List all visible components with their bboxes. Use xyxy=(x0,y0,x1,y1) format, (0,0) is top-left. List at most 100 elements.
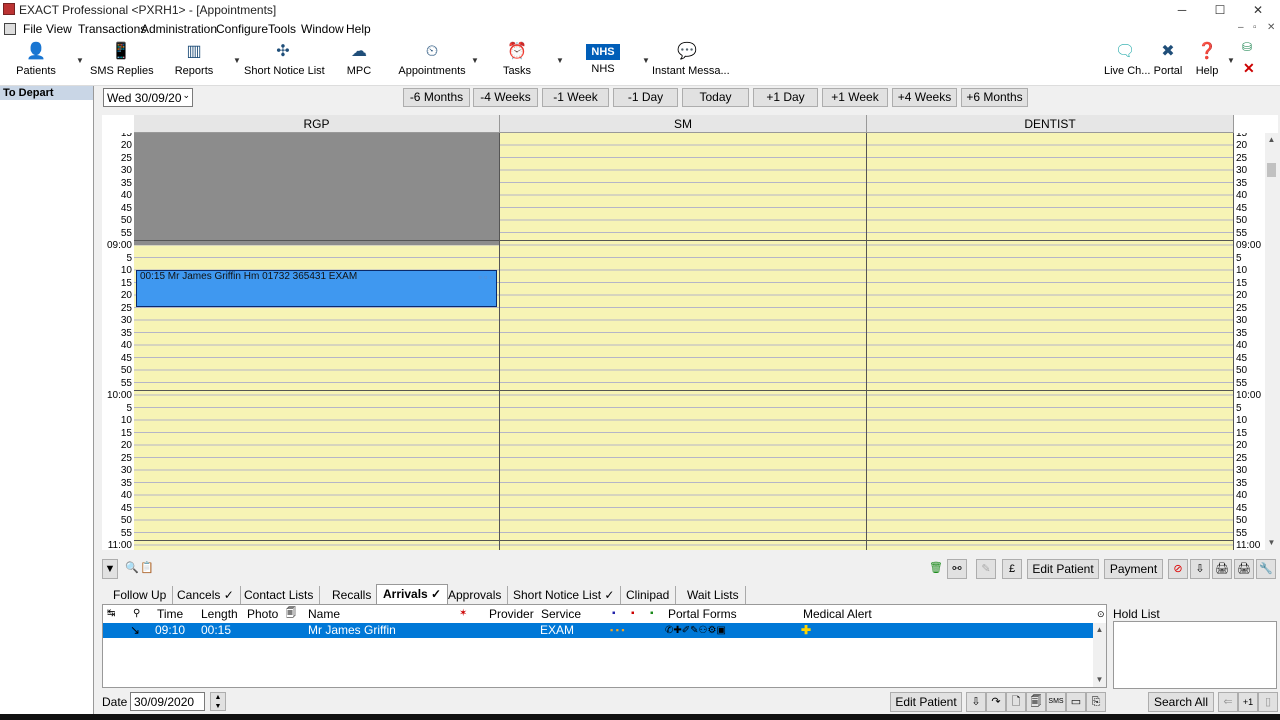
plus-one-icon[interactable]: +1 xyxy=(1238,692,1258,712)
scroll-up-icon[interactable]: ▲ xyxy=(1093,625,1106,634)
tab-short-notice-list[interactable]: Short Notice List ✓ xyxy=(507,586,622,604)
tools-icon[interactable]: 🔧 xyxy=(1256,559,1276,579)
column-header-icon[interactable]: ⚲ xyxy=(133,605,140,623)
tab-follow-up[interactable]: Follow Up xyxy=(107,586,174,604)
download-icon[interactable]: ⇩ xyxy=(1190,559,1210,579)
live-chat-button[interactable]: 🗨 Live Ch... xyxy=(1104,40,1150,84)
menu-transactions[interactable]: Transactions xyxy=(78,22,146,36)
nav-minus-1-day-button[interactable]: -1 Day xyxy=(613,88,678,107)
menu-help[interactable]: Help xyxy=(346,22,371,36)
page-icon[interactable]: ▯ xyxy=(1258,692,1278,712)
tab-clinipad[interactable]: Clinipad xyxy=(620,586,677,604)
chevron-down-icon[interactable]: ▼ xyxy=(1227,56,1235,65)
close-button[interactable]: ✕ xyxy=(1238,1,1278,19)
tasks-button[interactable]: ⏰ Tasks ▼ xyxy=(500,40,564,84)
column-header-length[interactable]: Length xyxy=(201,605,238,623)
hold-list-box[interactable] xyxy=(1113,621,1277,689)
menu-tools[interactable]: Tools xyxy=(268,22,296,36)
filter-dropdown-icon[interactable]: ▼ xyxy=(102,559,118,579)
provider-column-dentist[interactable] xyxy=(867,133,1234,550)
nav-minus-1-week-button[interactable]: -1 Week xyxy=(542,88,609,107)
column-header-icon[interactable]: ▪ xyxy=(612,605,616,623)
tab-approvals[interactable]: Approvals xyxy=(442,586,509,604)
column-header-icon[interactable]: ▪ xyxy=(650,605,654,623)
cancel-circle-icon[interactable]: ⊘ xyxy=(1168,559,1188,579)
document-copy-icon[interactable]: ⎘ xyxy=(1086,692,1106,712)
nav-plus-4-weeks-button[interactable]: +4 Weeks xyxy=(892,88,957,107)
provider-column-sm[interactable] xyxy=(500,133,867,550)
edit-patient-button[interactable]: Edit Patient xyxy=(1027,559,1099,579)
chevron-down-icon[interactable]: ▼ xyxy=(642,56,650,65)
minimize-button[interactable]: ─ xyxy=(1162,1,1202,19)
child-minimize-icon[interactable]: – xyxy=(1238,22,1244,33)
tab-contact-lists[interactable]: Contact Lists xyxy=(238,586,321,604)
chevron-down-icon[interactable]: ▼ xyxy=(76,56,84,65)
copy-icon[interactable]: 🗐 xyxy=(1026,692,1046,712)
date-field[interactable]: 30/09/2020 xyxy=(130,692,205,711)
print-icon[interactable]: 🖨 xyxy=(1212,559,1232,579)
spin-down-icon[interactable]: ▼ xyxy=(211,702,225,711)
provider-column-rgp[interactable]: 00:15 Mr James Griffin Hm 01732 365431 E… xyxy=(134,133,500,550)
menu-administration[interactable]: Administration xyxy=(141,22,217,36)
payment-button[interactable]: Payment xyxy=(1104,559,1163,579)
patients-button[interactable]: 👤 Patients ▼ xyxy=(10,40,84,84)
document-icon[interactable] xyxy=(4,23,16,35)
schedule-scrollbar[interactable]: ▲ ▼ xyxy=(1265,133,1278,550)
tab-recalls[interactable]: Recalls xyxy=(326,586,379,604)
sms-icon[interactable]: SMS xyxy=(1046,692,1066,712)
scroll-down-icon[interactable]: ▼ xyxy=(1265,538,1278,547)
download-icon[interactable]: ⇩ xyxy=(966,692,986,712)
help-button[interactable]: ❓ Help ▼ xyxy=(1192,40,1235,84)
scroll-down-icon[interactable]: ▼ xyxy=(1093,675,1106,684)
edit-pen-icon[interactable]: ✎ xyxy=(976,559,996,579)
date-select[interactable]: Wed 30/09/20 ⌄ xyxy=(103,88,193,107)
clipboard-icon[interactable]: 📋 xyxy=(137,559,157,579)
pound-icon[interactable]: £ xyxy=(1002,559,1022,579)
instant-messaging-button[interactable]: 💬 Instant Messa... xyxy=(652,40,730,84)
column-options-icon[interactable]: ⊙ xyxy=(1097,605,1105,623)
appointments-button[interactable]: ⏲ Appointments ▼ xyxy=(398,40,479,84)
maximize-button[interactable]: ☐ xyxy=(1200,1,1240,19)
medical-alert-icon[interactable]: ✚ xyxy=(801,623,811,638)
nav-today-button[interactable]: Today xyxy=(682,88,749,107)
spin-up-icon[interactable]: ▲ xyxy=(211,693,225,702)
trash-icon[interactable]: 🗑 xyxy=(926,559,946,579)
disconnect-icon[interactable]: ✕ xyxy=(1243,60,1255,77)
tab-wait-lists[interactable]: Wait Lists xyxy=(681,586,746,604)
scroll-up-icon[interactable]: ▲ xyxy=(1265,135,1278,144)
scroll-thumb[interactable] xyxy=(1267,163,1276,177)
menu-window[interactable]: Window xyxy=(301,22,344,36)
redo-icon[interactable]: ↷ xyxy=(986,692,1006,712)
provider-header-dentist[interactable]: DENTIST xyxy=(867,115,1234,133)
column-header-portal-forms[interactable]: Portal Forms xyxy=(668,605,737,623)
date-spinner[interactable]: ▲ ▼ xyxy=(210,692,226,711)
network-status-icon[interactable]: ⛁ xyxy=(1242,40,1252,54)
edit-patient-button-bottom[interactable]: Edit Patient xyxy=(890,692,962,712)
column-header-name[interactable]: Name xyxy=(308,605,340,623)
column-header-service[interactable]: Service xyxy=(541,605,581,623)
nav-plus-6-months-button[interactable]: +6 Months xyxy=(961,88,1028,107)
column-header-icon[interactable]: ▪ xyxy=(631,605,635,623)
nav-plus-1-week-button[interactable]: +1 Week xyxy=(822,88,888,107)
column-header-icon[interactable]: ↹ xyxy=(107,605,115,623)
column-header-icon[interactable]: 🗐 xyxy=(286,605,296,623)
short-notice-list-button[interactable]: ✣ Short Notice List xyxy=(244,40,325,84)
portal-button[interactable]: ✖ Portal xyxy=(1152,40,1184,84)
portal-form-icons[interactable]: ✆✚✐✎⚇⚙▣ xyxy=(665,623,726,638)
nhs-button[interactable]: NHS NHS ▼ xyxy=(584,40,650,84)
mpc-button[interactable]: ☁ MPC xyxy=(340,40,378,84)
sms-replies-button[interactable]: 📱 SMS Replies xyxy=(90,40,154,84)
table-row[interactable]: ↘ 09:10 00:15 Mr James Griffin EXAM ▪ ▪ … xyxy=(103,623,1093,638)
chevron-down-icon[interactable]: ▼ xyxy=(233,56,241,65)
menu-view[interactable]: View xyxy=(46,22,72,36)
print-preview-icon[interactable]: 🖨 xyxy=(1234,559,1254,579)
nav-minus-6-months-button[interactable]: -6 Months xyxy=(403,88,470,107)
back-icon[interactable]: ⇐ xyxy=(1218,692,1238,712)
column-header-provider[interactable]: Provider xyxy=(489,605,534,623)
child-restore-icon[interactable]: ▫ xyxy=(1253,22,1257,33)
chevron-down-icon[interactable]: ▼ xyxy=(556,56,564,65)
nav-minus-4-weeks-button[interactable]: -4 Weeks xyxy=(473,88,538,107)
menu-file[interactable]: File xyxy=(23,22,42,36)
tab-cancels[interactable]: Cancels ✓ xyxy=(171,586,241,604)
column-header-icon[interactable]: ✶ xyxy=(459,605,467,623)
